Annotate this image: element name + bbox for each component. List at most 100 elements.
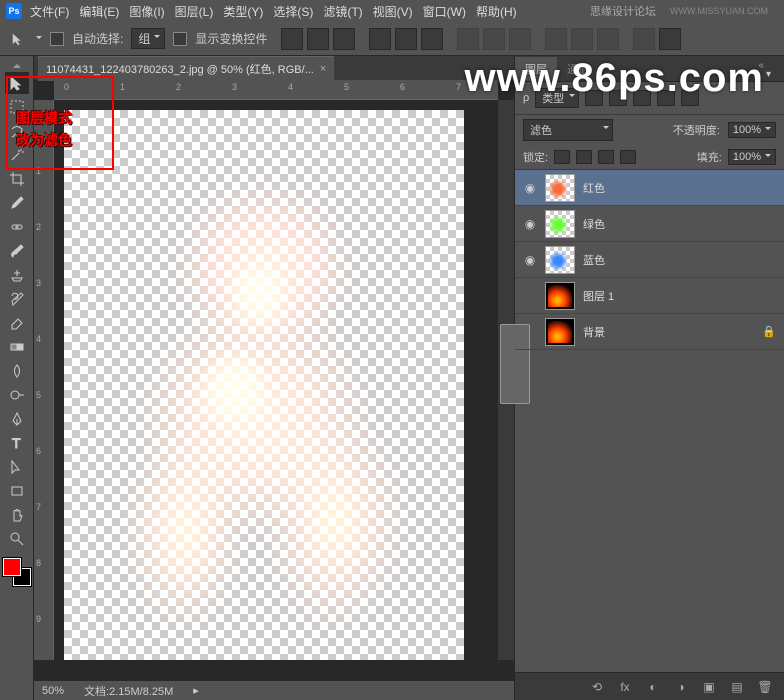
- document-tab[interactable]: 11074431_122403780263_2.jpg @ 50% (红色, R…: [38, 56, 334, 81]
- menu-view[interactable]: 视图(V): [373, 3, 413, 20]
- menu-edit[interactable]: 编辑(E): [79, 3, 119, 20]
- filter-type-icon[interactable]: [633, 90, 651, 106]
- clone-stamp-tool[interactable]: [5, 264, 29, 286]
- lasso-tool[interactable]: [5, 120, 29, 142]
- new-group-icon[interactable]: ▣: [700, 679, 718, 695]
- type-tool[interactable]: T: [5, 432, 29, 454]
- filter-shape-icon[interactable]: [657, 90, 675, 106]
- link-layers-icon[interactable]: ⟲: [588, 679, 606, 695]
- menu-image[interactable]: 图像(I): [129, 3, 164, 20]
- visibility-toggle[interactable]: [523, 325, 537, 339]
- align-hmid-icon[interactable]: [395, 28, 417, 50]
- hand-tool[interactable]: [5, 504, 29, 526]
- delete-layer-icon[interactable]: 🗑: [756, 679, 774, 695]
- visibility-toggle[interactable]: [523, 181, 537, 195]
- lock-position-icon[interactable]: [598, 150, 614, 164]
- close-icon[interactable]: ×: [320, 63, 326, 75]
- visibility-toggle[interactable]: [523, 217, 537, 231]
- menu-layer[interactable]: 图层(L): [175, 3, 214, 20]
- visibility-toggle[interactable]: [523, 253, 537, 267]
- ruler-tick: 9: [36, 614, 41, 624]
- chevron-down-icon[interactable]: [765, 127, 771, 133]
- layer-name[interactable]: 红色: [583, 180, 605, 196]
- color-swatches[interactable]: [3, 558, 31, 586]
- layer-name[interactable]: 图层 1: [583, 288, 614, 304]
- lock-transparency-icon[interactable]: [554, 150, 570, 164]
- filter-pixel-icon[interactable]: [585, 90, 603, 106]
- chevron-down-icon[interactable]: [765, 154, 771, 160]
- align-vmid-icon[interactable]: [307, 28, 329, 50]
- app-logo: Ps: [6, 3, 22, 19]
- align-bottom-icon[interactable]: [333, 28, 355, 50]
- add-mask-icon[interactable]: ◐: [644, 679, 662, 695]
- layer-row[interactable]: 红色: [515, 170, 784, 206]
- layer-thumbnail[interactable]: [545, 174, 575, 202]
- healing-brush-tool[interactable]: [5, 216, 29, 238]
- brush-tool[interactable]: [5, 240, 29, 262]
- tool-preset-dropdown[interactable]: [36, 36, 42, 42]
- layer-fx-icon[interactable]: fx: [616, 679, 634, 695]
- menu-select[interactable]: 选择(S): [273, 3, 313, 20]
- layer-thumbnail[interactable]: [545, 282, 575, 310]
- layer-name[interactable]: 背景: [583, 324, 605, 340]
- new-adjustment-icon[interactable]: ◑: [672, 679, 690, 695]
- opacity-field[interactable]: 100%: [728, 122, 776, 138]
- toolbar-collapse-icon[interactable]: [0, 60, 33, 70]
- auto-select-target-select[interactable]: 组: [131, 28, 165, 49]
- layer-row[interactable]: 图层 1: [515, 278, 784, 314]
- layer-thumbnail[interactable]: [545, 318, 575, 346]
- layer-filter-select[interactable]: 类型: [535, 88, 579, 108]
- layer-row[interactable]: 背景 🔒: [515, 314, 784, 350]
- pen-tool[interactable]: [5, 408, 29, 430]
- menu-file[interactable]: 文件(F): [30, 3, 69, 20]
- eyedropper-tool[interactable]: [5, 192, 29, 214]
- layer-row[interactable]: 蓝色: [515, 242, 784, 278]
- tab-channels[interactable]: 通道: [557, 57, 599, 81]
- filter-adjust-icon[interactable]: [609, 90, 627, 106]
- crop-tool[interactable]: [5, 168, 29, 190]
- vertical-scrollbar[interactable]: [498, 100, 514, 660]
- zoom-tool[interactable]: [5, 528, 29, 550]
- path-selection-tool[interactable]: [5, 456, 29, 478]
- ruler-tick: 7: [36, 502, 41, 512]
- panel-collapse-icon[interactable]: «: [758, 60, 764, 71]
- align-top-icon[interactable]: [281, 28, 303, 50]
- menu-type[interactable]: 类型(Y): [223, 3, 263, 20]
- blur-tool[interactable]: [5, 360, 29, 382]
- align-right-icon[interactable]: [421, 28, 443, 50]
- menu-window[interactable]: 窗口(W): [423, 3, 466, 20]
- rectangle-tool[interactable]: [5, 480, 29, 502]
- opacity-label: 不透明度:: [673, 122, 720, 138]
- lock-all-icon[interactable]: [620, 150, 636, 164]
- tab-layers[interactable]: 图层: [515, 57, 557, 81]
- panel-menu-icon[interactable]: [766, 64, 778, 74]
- eraser-tool[interactable]: [5, 312, 29, 334]
- align-left-icon[interactable]: [369, 28, 391, 50]
- visibility-toggle[interactable]: [523, 289, 537, 303]
- move-tool[interactable]: [5, 72, 29, 94]
- status-caret-icon[interactable]: ▸: [193, 684, 199, 697]
- auto-select-checkbox[interactable]: [50, 32, 64, 46]
- 3d-mode-icon[interactable]: [659, 28, 681, 50]
- foreground-color[interactable]: [3, 558, 21, 576]
- layer-name[interactable]: 绿色: [583, 216, 605, 232]
- fill-field[interactable]: 100%: [728, 149, 776, 165]
- show-transform-checkbox[interactable]: [173, 32, 187, 46]
- history-brush-tool[interactable]: [5, 288, 29, 310]
- filter-smart-icon[interactable]: [681, 90, 699, 106]
- layer-name[interactable]: 蓝色: [583, 252, 605, 268]
- new-layer-icon[interactable]: ▤: [728, 679, 746, 695]
- zoom-level[interactable]: 50%: [42, 685, 64, 697]
- gradient-tool[interactable]: [5, 336, 29, 358]
- lock-pixels-icon[interactable]: [576, 150, 592, 164]
- menu-help[interactable]: 帮助(H): [476, 3, 517, 20]
- marquee-tool[interactable]: [5, 96, 29, 118]
- layer-row[interactable]: 绿色: [515, 206, 784, 242]
- dodge-tool[interactable]: [5, 384, 29, 406]
- canvas[interactable]: [54, 100, 498, 660]
- blend-mode-select[interactable]: 滤色: [523, 119, 613, 141]
- magic-wand-tool[interactable]: [5, 144, 29, 166]
- menu-filter[interactable]: 滤镜(T): [323, 3, 362, 20]
- layer-thumbnail[interactable]: [545, 246, 575, 274]
- layer-thumbnail[interactable]: [545, 210, 575, 238]
